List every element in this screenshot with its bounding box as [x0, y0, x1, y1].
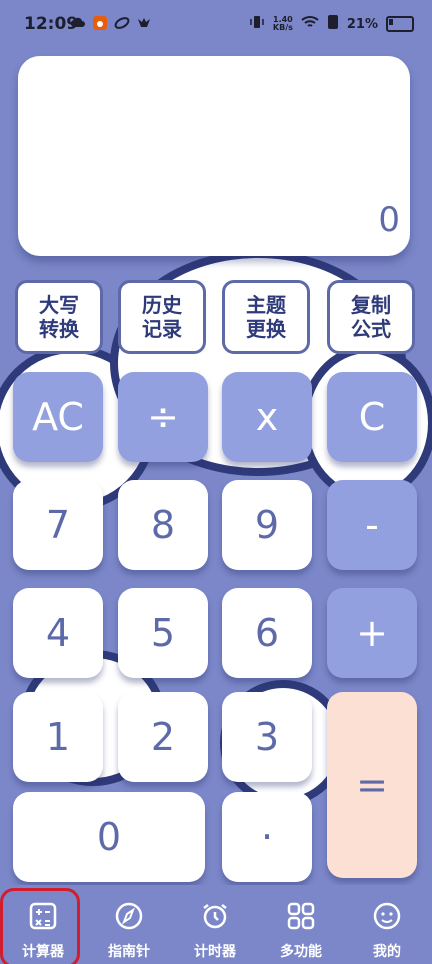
- link-icon: [114, 15, 130, 31]
- display-value: 0: [378, 200, 400, 240]
- digit-4-button[interactable]: 4: [13, 588, 103, 678]
- vibrate-icon: [249, 14, 265, 34]
- battery-icon: [386, 16, 414, 32]
- button-label-line2: 转换: [39, 317, 79, 341]
- nav-timer[interactable]: 计时器: [172, 885, 258, 964]
- nav-label: 我的: [373, 944, 401, 960]
- all-clear-button[interactable]: AC: [13, 372, 103, 462]
- nav-label: 计时器: [194, 944, 236, 960]
- digit-2-button[interactable]: 2: [118, 692, 208, 782]
- plus-button[interactable]: +: [327, 588, 417, 678]
- alarm-clock-icon: [198, 899, 232, 933]
- digit-3-button[interactable]: 3: [222, 692, 312, 782]
- equals-button[interactable]: =: [327, 692, 417, 878]
- button-label-line2: 公式: [351, 317, 391, 341]
- multiply-button[interactable]: x: [222, 372, 312, 462]
- status-right: 1.40 KB/s 21%: [249, 14, 414, 34]
- minus-button[interactable]: -: [327, 480, 417, 570]
- history-button[interactable]: 历史 记录: [118, 280, 206, 354]
- wifi-icon: [301, 14, 319, 34]
- button-label-line2: 更换: [246, 317, 286, 341]
- cloud-icon: [70, 15, 86, 31]
- network-speed: 1.40 KB/s: [273, 16, 293, 32]
- button-label-line1: 历史: [142, 293, 182, 317]
- app-notification-icon: [136, 15, 152, 31]
- battery-percent: 21%: [346, 16, 378, 32]
- divide-button[interactable]: ÷: [118, 372, 208, 462]
- weibo-icon: [92, 15, 108, 31]
- digit-6-button[interactable]: 6: [222, 588, 312, 678]
- calculator-screen: 12:09 1.40 KB/s 21% 0 大写 转换 历史 记录 主题 更换 …: [0, 0, 432, 964]
- digit-1-button[interactable]: 1: [13, 692, 103, 782]
- status-bar: 12:09 1.40 KB/s 21%: [0, 0, 432, 50]
- button-label-line1: 复制: [351, 293, 391, 317]
- clear-button[interactable]: C: [327, 372, 417, 462]
- digit-0-button[interactable]: 0: [13, 792, 205, 882]
- nav-compass[interactable]: 指南针: [86, 885, 172, 964]
- button-label-line1: 大写: [39, 293, 79, 317]
- uppercase-convert-button[interactable]: 大写 转换: [15, 280, 103, 354]
- nav-multifunction[interactable]: 多功能: [258, 885, 344, 964]
- nav-label: 指南针: [108, 944, 150, 960]
- button-label-line1: 主题: [246, 293, 286, 317]
- compass-icon: [112, 899, 146, 933]
- nav-profile[interactable]: 我的: [344, 885, 430, 964]
- digit-8-button[interactable]: 8: [118, 480, 208, 570]
- grid-icon: [284, 899, 318, 933]
- copy-formula-button[interactable]: 复制 公式: [327, 280, 415, 354]
- digit-5-button[interactable]: 5: [118, 588, 208, 678]
- result-display: 0: [18, 56, 410, 256]
- active-tab-highlight: [0, 888, 80, 964]
- button-label-line2: 记录: [142, 317, 182, 341]
- smiley-icon: [370, 899, 404, 933]
- nav-label: 多功能: [280, 944, 322, 960]
- digit-9-button[interactable]: 9: [222, 480, 312, 570]
- sim-icon: [327, 14, 339, 34]
- digit-7-button[interactable]: 7: [13, 480, 103, 570]
- notification-icons: [70, 15, 152, 31]
- decimal-point-button[interactable]: ·: [222, 792, 312, 882]
- network-speed-unit: KB/s: [272, 23, 293, 32]
- theme-change-button[interactable]: 主题 更换: [222, 280, 310, 354]
